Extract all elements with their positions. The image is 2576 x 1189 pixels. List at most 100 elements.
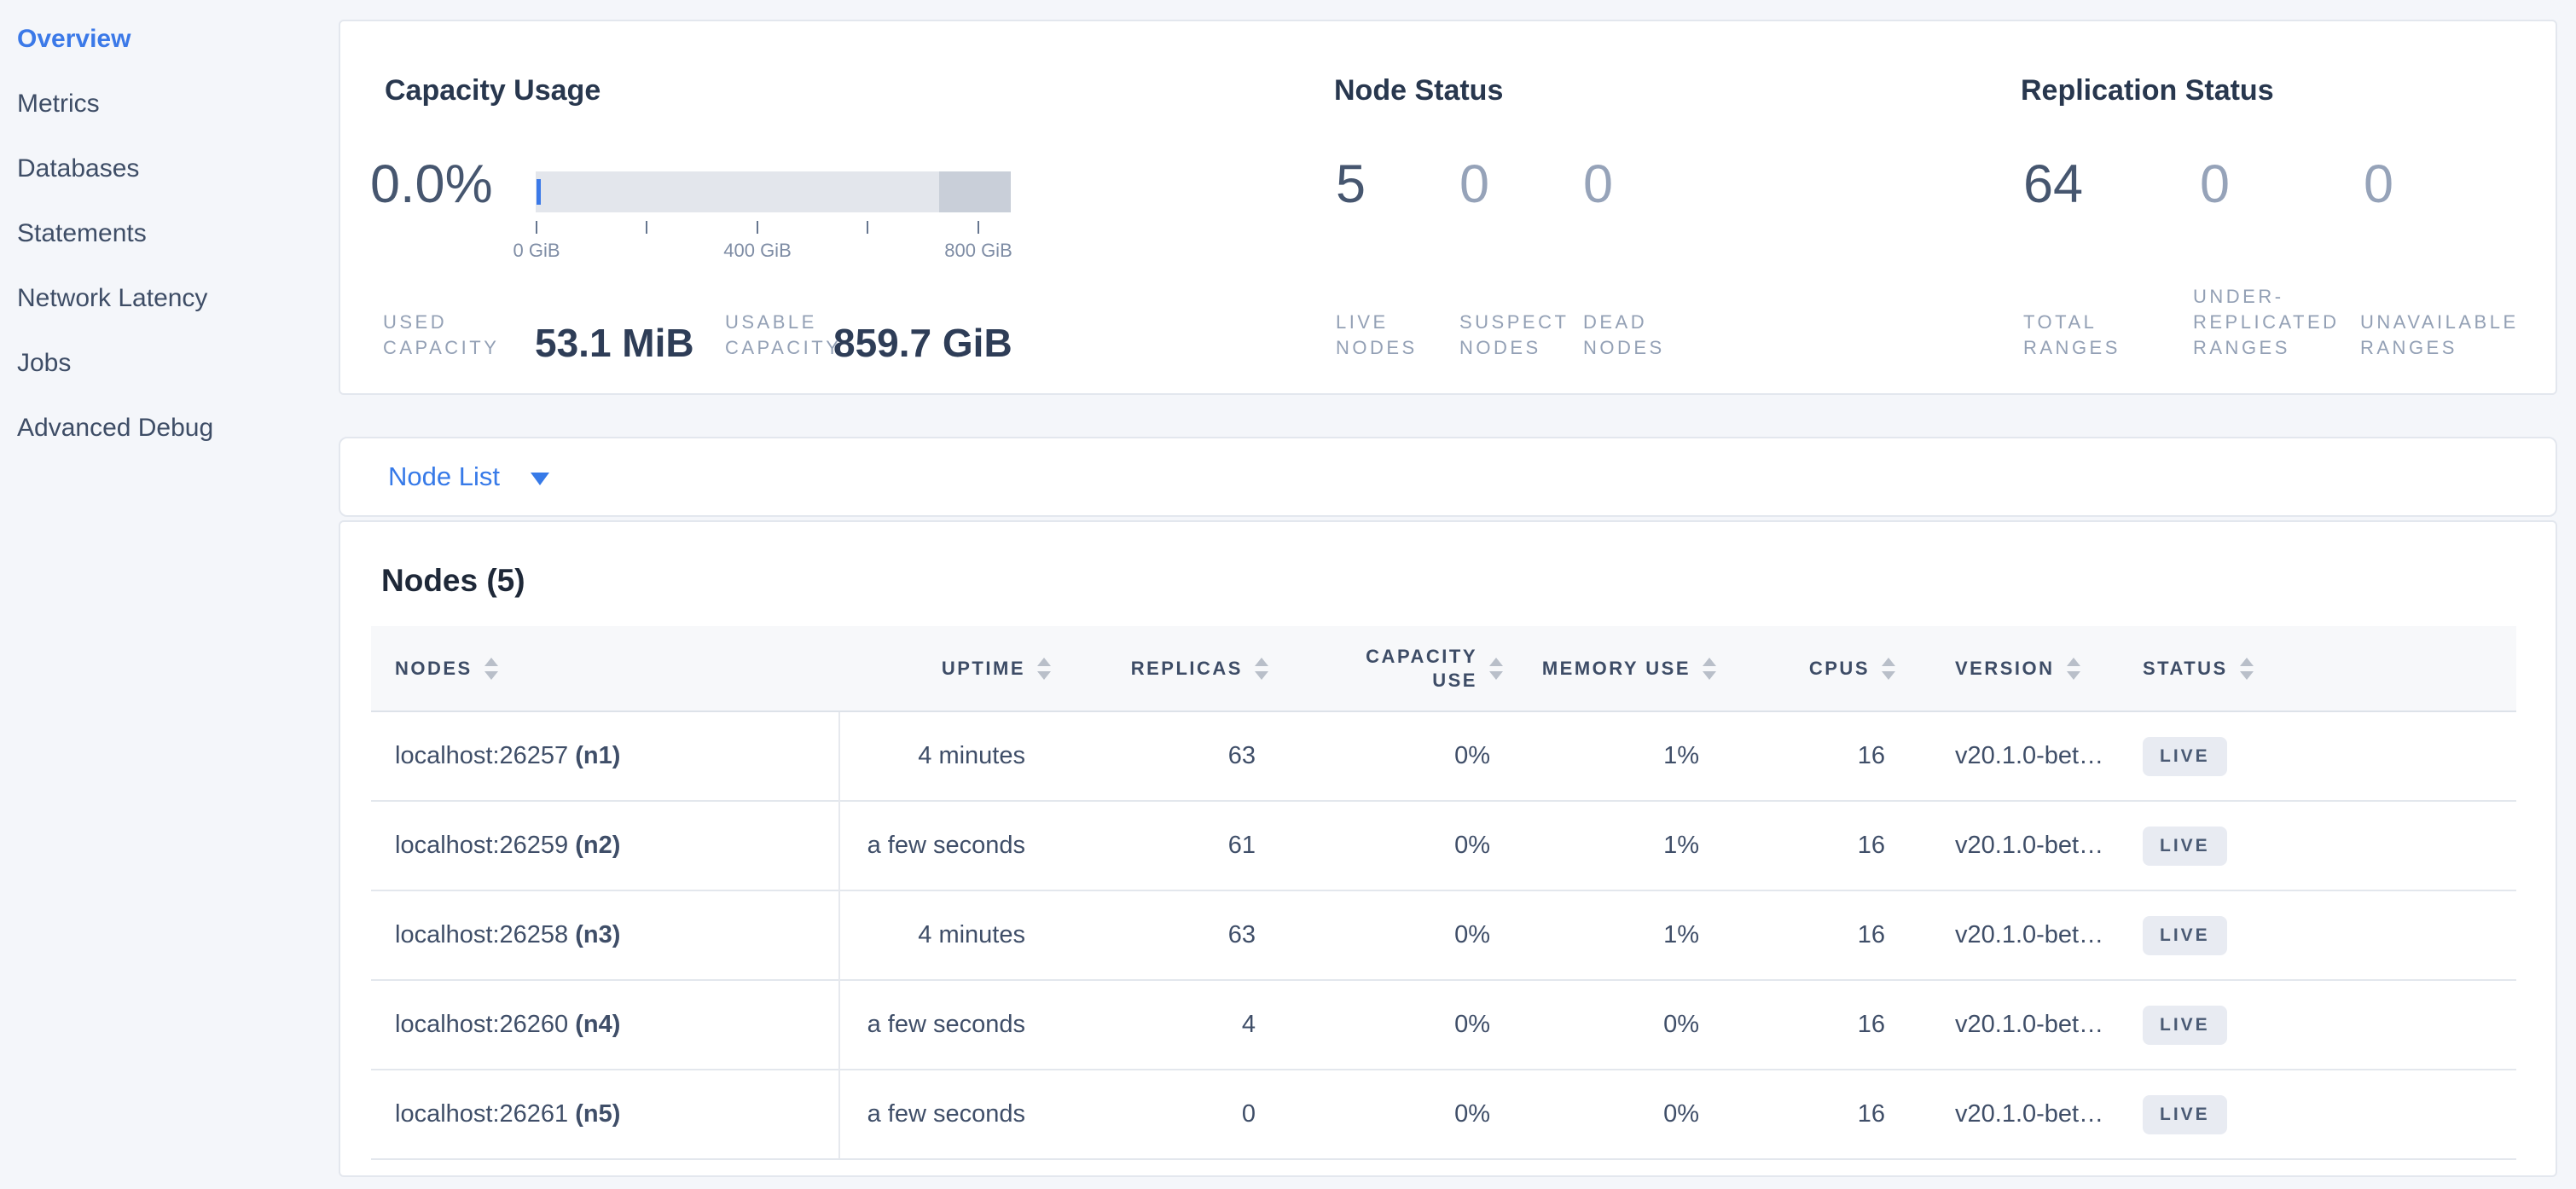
node-address-link[interactable]: localhost:26258 (n3) (395, 921, 620, 948)
label-line: RANGES (2193, 335, 2340, 361)
node-address-link[interactable]: localhost:26261 (n5) (395, 1100, 620, 1128)
memory-use-cell: 0% (1503, 980, 1716, 1070)
nodes-table-card: Nodes (5) NODES UPTIME REPLICAS CAPACITY… (339, 520, 2557, 1177)
usable-capacity-label: USABLE CAPACITY (725, 310, 841, 361)
node-address-link[interactable]: localhost:26259 (n2) (395, 832, 620, 859)
node-id: (n5) (575, 1100, 620, 1128)
under-replicated-ranges-count: 0 (2200, 154, 2230, 214)
memory-use-cell: 1% (1503, 711, 1716, 801)
sort-icon (1037, 658, 1051, 680)
capacity-use-cell: 0% (1268, 980, 1503, 1070)
sidebar: Overview Metrics Databases Statements Ne… (0, 0, 333, 1189)
sidebar-item-label: Advanced Debug (17, 414, 213, 443)
node-id: (n3) (575, 921, 620, 948)
capacity-use-cell: 0% (1268, 1070, 1503, 1159)
unavailable-ranges-label: UNAVAILABLE RANGES (2360, 310, 2519, 361)
suspect-nodes-count: 0 (1459, 154, 1489, 214)
label-line: NODES (1459, 335, 1569, 361)
label-line: DEAD (1583, 310, 1665, 335)
replicas-cell: 63 (1055, 890, 1268, 980)
sort-icon (2067, 658, 2080, 680)
version-cell: v20.1.0-bet… (1895, 1070, 2117, 1159)
replication-status-title: Replication Status (2021, 74, 2274, 107)
nodes-table: NODES UPTIME REPLICAS CAPACITY USE MEMOR… (371, 626, 2516, 1160)
column-header-status[interactable]: STATUS (2117, 626, 2516, 711)
live-nodes-label: LIVE NODES (1336, 310, 1418, 361)
sidebar-item-network-latency[interactable]: Network Latency (17, 266, 333, 331)
table-row: localhost:26258 (n3) 4 minutes 63 0% 1% … (371, 890, 2516, 980)
column-header-cpus[interactable]: CPUS (1716, 626, 1895, 711)
node-id: (n1) (575, 742, 620, 769)
column-label: CPUS (1809, 658, 1870, 680)
status-badge: LIVE (2143, 737, 2227, 776)
sidebar-item-overview[interactable]: Overview (17, 7, 333, 72)
node-id: (n2) (575, 832, 620, 859)
sidebar-item-advanced-debug[interactable]: Advanced Debug (17, 396, 333, 461)
label-line: LIVE (1336, 310, 1418, 335)
table-row: localhost:26260 (n4) a few seconds 4 0% … (371, 980, 2516, 1070)
sidebar-item-jobs[interactable]: Jobs (17, 331, 333, 396)
sidebar-item-metrics[interactable]: Metrics (17, 72, 333, 136)
sidebar-item-statements[interactable]: Statements (17, 201, 333, 266)
uptime-cell: a few seconds (839, 1070, 1055, 1159)
capacity-use-cell: 0% (1268, 890, 1503, 980)
column-header-capacity-use[interactable]: CAPACITY USE (1268, 626, 1503, 711)
unavailable-ranges-count: 0 (2364, 154, 2393, 214)
memory-use-cell: 1% (1503, 801, 1716, 890)
table-row: localhost:26259 (n2) a few seconds 61 0%… (371, 801, 2516, 890)
column-label: NODES (395, 658, 473, 680)
gauge-tick-label-800: 800 GiB (944, 240, 1012, 262)
replicas-cell: 0 (1055, 1070, 1268, 1159)
column-label: UPTIME (942, 658, 1025, 680)
version-cell: v20.1.0-bet… (1895, 801, 2117, 890)
total-ranges-count: 64 (2023, 154, 2083, 214)
label-line: UNDER- (2193, 284, 2340, 310)
total-ranges-label: TOTAL RANGES (2023, 310, 2121, 361)
sidebar-item-label: Jobs (17, 349, 71, 378)
uptime-cell: a few seconds (839, 980, 1055, 1070)
label-line: REPLICATED (2193, 310, 2340, 335)
node-list-dropdown[interactable]: Node List (388, 461, 549, 492)
sidebar-item-label: Network Latency (17, 284, 207, 313)
column-header-nodes[interactable]: NODES (371, 626, 839, 711)
node-address-link[interactable]: localhost:26260 (n4) (395, 1011, 620, 1038)
status-badge: LIVE (2143, 826, 2227, 866)
version-cell: v20.1.0-bet… (1895, 980, 2117, 1070)
cpus-cell: 16 (1716, 980, 1895, 1070)
label-line: RANGES (2023, 335, 2121, 361)
uptime-cell: 4 minutes (839, 890, 1055, 980)
node-address-link[interactable]: localhost:26257 (n1) (395, 742, 620, 769)
capacity-gauge-bar (536, 171, 1011, 212)
label-line: RANGES (2360, 335, 2519, 361)
capacity-gauge-chart: 0 GiB 400 GiB 800 GiB (536, 171, 1011, 212)
chevron-down-icon (531, 473, 549, 485)
column-header-version[interactable]: VERSION (1895, 626, 2117, 711)
uptime-cell: 4 minutes (839, 711, 1055, 801)
column-header-memory-use[interactable]: MEMORY USE (1503, 626, 1716, 711)
cpus-cell: 16 (1716, 711, 1895, 801)
gauge-tick-label-400: 400 GiB (723, 240, 792, 262)
capacity-gauge-reserved-segment (939, 171, 1011, 212)
sort-icon (2240, 658, 2254, 680)
node-address: localhost:26258 (395, 921, 568, 948)
label-line: TOTAL (2023, 310, 2121, 335)
column-header-uptime[interactable]: UPTIME (839, 626, 1055, 711)
label-line: USABLE (725, 310, 841, 335)
column-label: MEMORY USE (1542, 658, 1691, 680)
gauge-tick (867, 221, 868, 234)
sidebar-item-databases[interactable]: Databases (17, 136, 333, 201)
dead-nodes-count: 0 (1583, 154, 1613, 214)
gauge-tick-label-0: 0 GiB (513, 240, 560, 262)
column-header-replicas[interactable]: REPLICAS (1055, 626, 1268, 711)
label-line: NODES (1583, 335, 1665, 361)
capacity-use-cell: 0% (1268, 711, 1503, 801)
cluster-summary-card: Capacity Usage 0.0% 0 GiB 400 GiB 800 Gi… (339, 20, 2557, 395)
dead-nodes-label: DEAD NODES (1583, 310, 1665, 361)
gauge-tick (536, 221, 537, 234)
label-line: SUSPECT (1459, 310, 1569, 335)
table-row: localhost:26261 (n5) a few seconds 0 0% … (371, 1070, 2516, 1159)
label-line: NODES (1336, 335, 1418, 361)
node-address: localhost:26260 (395, 1011, 568, 1038)
cpus-cell: 16 (1716, 801, 1895, 890)
column-label: VERSION (1955, 658, 2055, 680)
